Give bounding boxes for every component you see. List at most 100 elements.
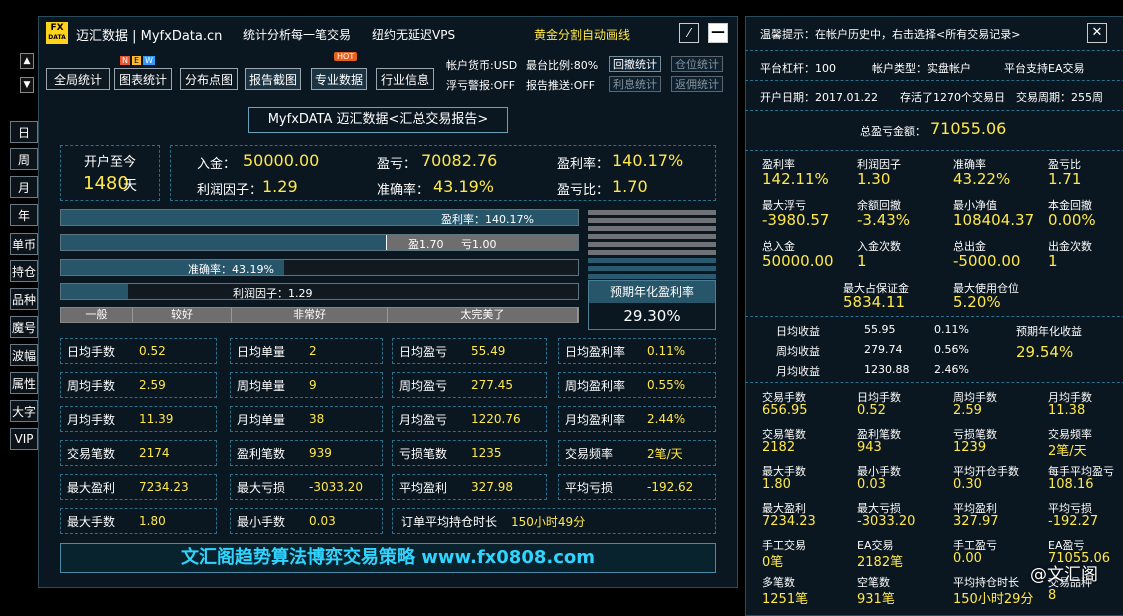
side-menu-item-1[interactable]: 周 — [10, 148, 38, 170]
side-menu-item-4[interactable]: 单币 — [10, 233, 38, 255]
pf-label: 利润因子： — [197, 183, 263, 198]
stat-cell: 周均单量 9 — [230, 372, 383, 398]
tab-0[interactable]: 全局统计 — [46, 68, 110, 90]
since-unit: 天 — [123, 178, 137, 194]
stat-label: 交易笔数 — [67, 446, 116, 461]
tab-3[interactable]: 报告截图 — [245, 68, 301, 90]
tab-5[interactable]: 行业信息 — [376, 68, 434, 90]
stat-label: 日均单量 — [237, 344, 286, 359]
stripe — [588, 250, 716, 255]
stat-label: 周均盈亏 — [399, 378, 448, 393]
stripe-graphic — [588, 210, 716, 279]
avg-percent: 0.56% — [934, 343, 969, 356]
right-stat-value: 1.80 — [762, 477, 791, 492]
stat-value: 327.98 — [471, 480, 513, 494]
right-stat-value: 1.30 — [857, 170, 891, 188]
side-menu-item-2[interactable]: 月 — [10, 176, 38, 198]
stat-value: 55.49 — [471, 344, 506, 358]
stat-label: 日均盈亏 — [399, 344, 448, 359]
trading-days-label: 存活了1270个交易日 — [900, 91, 1005, 104]
stat-value: 0.03 — [309, 514, 336, 528]
ratio-value: 1.70 — [612, 177, 648, 196]
total-pl-label: 总盈亏金额： — [860, 125, 926, 138]
grade-2: 非常好 — [232, 308, 388, 322]
drawdown-stats-button[interactable]: 回撤统计 — [609, 56, 661, 72]
side-menu-item-6[interactable]: 品种 — [10, 288, 38, 310]
scroll-up-button[interactable]: ▲ — [20, 53, 34, 69]
stat-cell: 交易频率 2笔/天 — [558, 440, 716, 466]
stat-cell: 月均盈亏 1220.76 — [392, 406, 547, 432]
right-stat-value: 327.97 — [953, 514, 999, 529]
leverage-label: 平台杠杆：100 — [760, 62, 836, 75]
stat-label: 月均手数 — [67, 412, 116, 427]
minimize-icon[interactable]: — — [708, 23, 728, 43]
tip-text: 温馨提示：在帐户历史中，右击选择<所有交易记录> — [760, 28, 1021, 41]
rebate-stats-button[interactable]: 返佣统计 — [671, 76, 723, 92]
annual-income-label: 预期年化收益 — [1016, 325, 1082, 338]
stripe — [588, 274, 716, 279]
stat-value: 38 — [309, 412, 325, 426]
right-stat-value: 150小时29分 — [953, 592, 1034, 607]
ea-support-label: 平台支持EA交易 — [1004, 62, 1085, 75]
pf-bar: 利润因子：1.29 — [60, 283, 579, 300]
winloss-bar: 盈1.70 亏1.00 — [60, 234, 579, 251]
side-menu-item-7[interactable]: 魔号 — [10, 316, 38, 338]
stat-value: -192.62 — [647, 480, 694, 494]
trading-cycle-label: 交易周期：255周 — [1016, 91, 1103, 104]
open-date-label: 开户日期：2017.01.22 — [760, 91, 878, 104]
stat-cell: 平均盈利 327.98 — [392, 474, 547, 500]
position-stats-button[interactable]: 仓位统计 — [671, 56, 723, 72]
right-stat-value: 943 — [857, 440, 882, 455]
accuracy-bar: 准确率：43.19% — [60, 259, 579, 276]
close-icon[interactable]: ✕ — [1087, 23, 1107, 43]
side-menu-item-8[interactable]: 波幅 — [10, 344, 38, 366]
stat-value: 0.52 — [139, 344, 166, 358]
stat-value: -3033.20 — [309, 480, 363, 494]
tab-4[interactable]: 专业数据 — [311, 68, 367, 90]
avg-percent: 0.11% — [934, 323, 969, 336]
stat-cell: 盈利笔数 939 — [230, 440, 383, 466]
right-stat-value: 1239 — [953, 440, 987, 455]
right-stat-value: 142.11% — [762, 170, 829, 188]
stripe — [588, 266, 716, 271]
side-menu-item-10[interactable]: 大字 — [10, 400, 38, 422]
golden-link[interactable]: 黄金分割自动画线 — [534, 26, 630, 43]
stat-value: 1.80 — [139, 514, 166, 528]
side-menu-item-3[interactable]: 年 — [10, 204, 38, 226]
right-stat-value: 7234.23 — [762, 514, 816, 529]
interest-stats-button[interactable]: 利息统计 — [609, 76, 661, 92]
stat-value: 2 — [309, 344, 317, 358]
tab-2[interactable]: 分布点图 — [180, 68, 238, 90]
app-title: 迈汇数据 | MyfxData.cn — [76, 29, 223, 44]
avg-label: 月均收益 — [776, 365, 820, 378]
right-stat-value: 0笔 — [762, 555, 784, 570]
stat-cell: 日均单量 2 — [230, 338, 383, 364]
side-menu-item-11[interactable]: VIP — [10, 428, 38, 450]
promo-banner[interactable]: 文汇阁趋势算法博弈交易策略 www.fx0808.com — [60, 543, 716, 573]
right-stat-value: 108.16 — [1048, 477, 1094, 492]
scroll-down-button[interactable]: ▼ — [20, 77, 34, 93]
stat-value: 2.44% — [647, 412, 686, 426]
side-menu-item-0[interactable]: 日 — [10, 121, 38, 143]
pencil-icon[interactable]: ⁄ — [679, 23, 699, 43]
grade-0: 一般 — [61, 308, 133, 322]
side-menu-item-5[interactable]: 持仓 — [10, 260, 38, 282]
total-pl-value: 71055.06 — [930, 119, 1007, 138]
right-stat-value: 931笔 — [857, 592, 895, 607]
grade-3: 太完美了 — [388, 308, 578, 322]
right-stat-value: 2笔/天 — [1048, 444, 1087, 459]
stat-value: 1235 — [471, 446, 502, 460]
stat-cell: 日均盈亏 55.49 — [392, 338, 547, 364]
stat-cell: 最小手数 0.03 — [230, 508, 383, 534]
stat-cell: 最大盈利 7234.23 — [60, 474, 217, 500]
stat-value: 0.55% — [647, 378, 686, 392]
grade-1: 较好 — [133, 308, 233, 322]
vps-link[interactable]: 纽约无延迟VPS — [372, 26, 455, 43]
avg-label: 周均收益 — [776, 345, 820, 358]
side-menu-item-9[interactable]: 属性 — [10, 372, 38, 394]
stat-cell: 日均盈利率 0.11% — [558, 338, 716, 364]
right-stat-value: 1251笔 — [762, 592, 809, 607]
right-stat-value: 43.22% — [953, 170, 1011, 188]
ratio-label: 盈亏比： — [557, 183, 610, 198]
tab-1[interactable]: 图表统计 — [114, 68, 172, 90]
